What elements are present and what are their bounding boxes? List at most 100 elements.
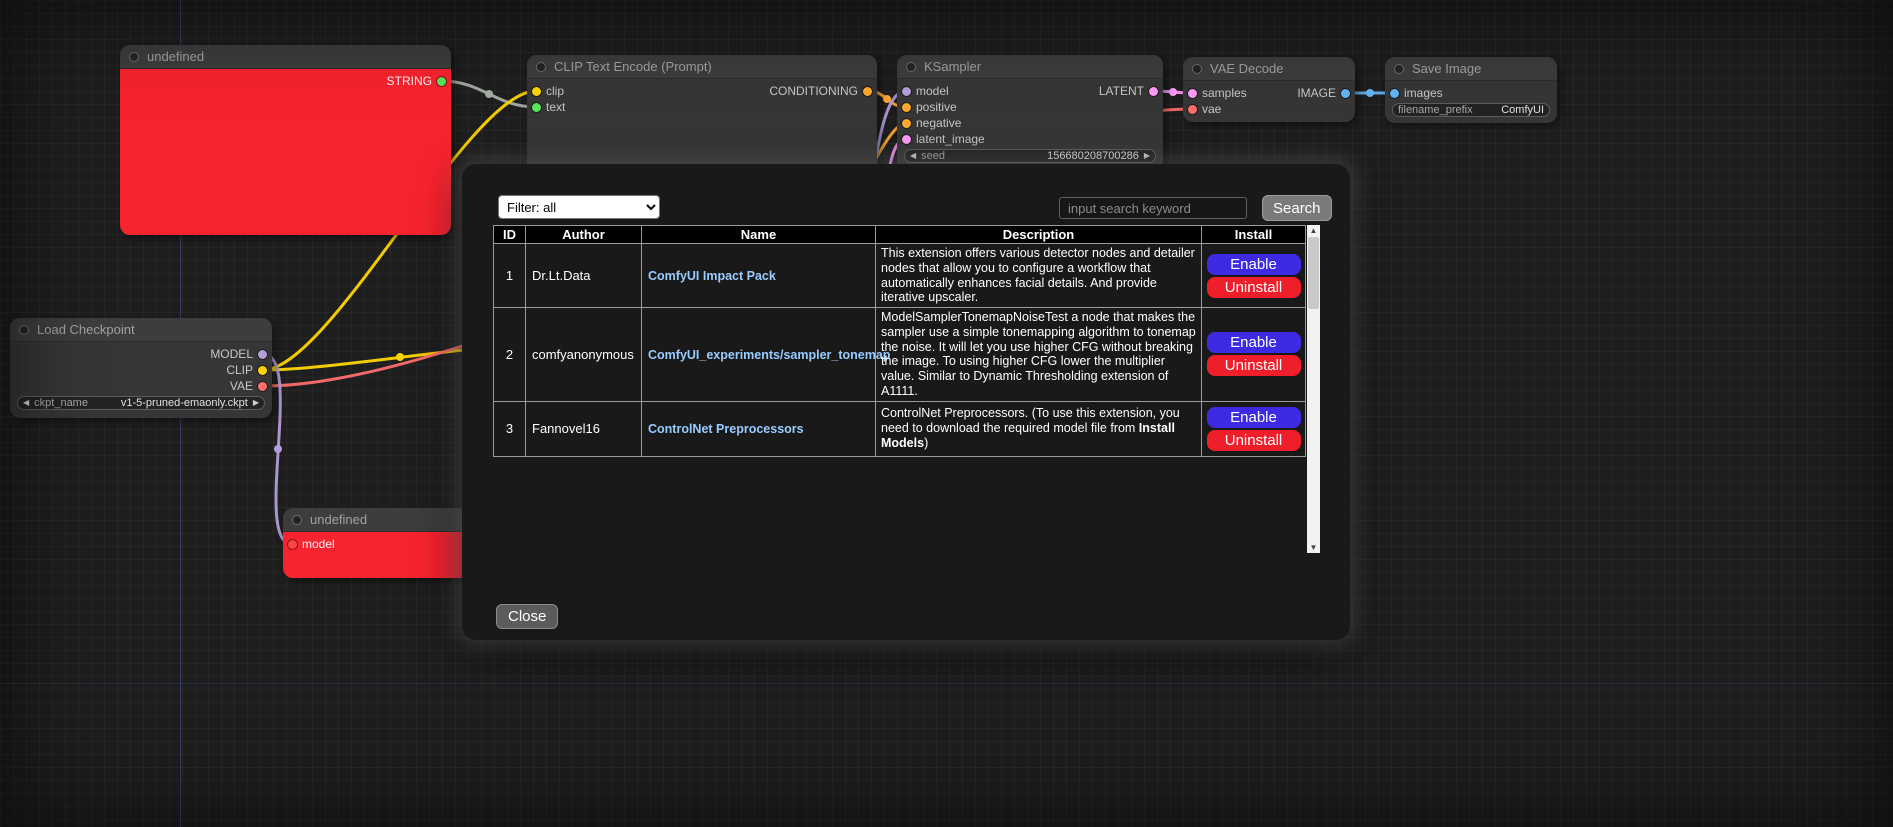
input-port-model[interactable] — [288, 540, 297, 549]
enable-button[interactable]: Enable — [1207, 254, 1301, 275]
output-label: STRING — [387, 73, 432, 89]
uninstall-button[interactable]: Uninstall — [1207, 355, 1301, 376]
column-header-name: Name — [642, 226, 876, 244]
input-port-positive[interactable] — [902, 103, 911, 112]
output-label: CONDITIONING — [769, 83, 858, 99]
input-label: positive — [916, 99, 957, 115]
extension-author: Fannovel16 — [526, 401, 642, 456]
node-title: undefined — [147, 49, 204, 64]
output-port-image[interactable] — [1341, 89, 1350, 98]
node-undefined-top[interactable]: undefined STRING — [120, 45, 451, 235]
scroll-up-arrow-icon[interactable]: ▲ — [1307, 225, 1320, 236]
input-port-samples[interactable] — [1188, 89, 1197, 98]
input-port-vae[interactable] — [1188, 105, 1197, 114]
extension-id: 2 — [494, 308, 526, 402]
column-header-install: Install — [1202, 226, 1306, 244]
column-header-description: Description — [876, 226, 1202, 244]
widget-value: v1-5-pruned-emaonly.ckpt — [121, 397, 248, 409]
seed-widget[interactable]: ◀ seed 156680208700286 ▶ — [904, 149, 1156, 163]
table-scrollbar[interactable]: ▲ ▼ — [1307, 225, 1320, 553]
node-load-checkpoint[interactable]: Load Checkpoint MODEL CLIP VAE ◀ ckpt_na… — [10, 318, 272, 418]
input-label: samples — [1202, 85, 1247, 101]
input-label: latent_image — [916, 131, 985, 147]
link-midpoint-dot — [396, 353, 404, 361]
enable-button[interactable]: Enable — [1207, 332, 1301, 353]
node-vae-decode[interactable]: VAE Decode samples IMAGE vae — [1183, 57, 1355, 122]
extension-name-link[interactable]: ComfyUI Impact Pack — [648, 269, 776, 283]
scrollbar-thumb[interactable] — [1308, 237, 1319, 309]
link-midpoint-dot — [883, 95, 891, 103]
node-save-image[interactable]: Save Image images filename_prefix ComfyU… — [1385, 57, 1557, 123]
table-header-row: ID Author Name Description Install — [494, 226, 1306, 244]
extension-description: This extension offers various detector n… — [876, 244, 1202, 308]
extension-author: Dr.Lt.Data — [526, 244, 642, 308]
link-midpoint-dot — [274, 445, 282, 453]
extension-description: ControlNet Preprocessors. (To use this e… — [876, 401, 1202, 456]
extensions-table: ID Author Name Description Install 1 Dr.… — [493, 225, 1306, 457]
uninstall-button[interactable]: Uninstall — [1207, 277, 1301, 298]
collapse-toggle-icon[interactable] — [906, 62, 916, 72]
input-label: model — [302, 536, 335, 552]
collapse-toggle-icon[interactable] — [1394, 64, 1404, 74]
output-port-model[interactable] — [258, 350, 267, 359]
collapse-toggle-icon[interactable] — [129, 52, 139, 62]
input-port-latent-image[interactable] — [902, 135, 911, 144]
input-port-model[interactable] — [902, 87, 911, 96]
column-header-id: ID — [494, 226, 526, 244]
ckpt-name-widget[interactable]: ◀ ckpt_name v1-5-pruned-emaonly.ckpt ▶ — [17, 396, 265, 410]
filter-select[interactable]: Filter: all — [498, 195, 660, 219]
collapse-toggle-icon[interactable] — [536, 62, 546, 72]
output-port-vae[interactable] — [258, 382, 267, 391]
output-port-latent[interactable] — [1149, 87, 1158, 96]
input-port-negative[interactable] — [902, 119, 911, 128]
input-label: text — [546, 99, 565, 115]
extension-name-link[interactable]: ComfyUI_experiments/sampler_tonemap — [648, 348, 890, 362]
uninstall-button[interactable]: Uninstall — [1207, 430, 1301, 451]
node-title-bar[interactable]: CLIP Text Encode (Prompt) — [527, 55, 877, 79]
node-ksampler[interactable]: KSampler model LATENT positive negative … — [897, 55, 1163, 175]
search-button[interactable]: Search — [1262, 195, 1332, 221]
enable-button[interactable]: Enable — [1207, 407, 1301, 428]
output-port-conditioning[interactable] — [863, 87, 872, 96]
install-custom-nodes-dialog: Filter: all Search ID Author Name Descri… — [462, 164, 1350, 640]
widget-value: 156680208700286 — [1047, 150, 1139, 162]
collapse-toggle-icon[interactable] — [292, 515, 302, 525]
link-midpoint-dot — [1366, 89, 1374, 97]
output-label: VAE — [230, 378, 253, 394]
node-title-bar[interactable]: VAE Decode — [1183, 57, 1355, 81]
extension-name-link[interactable]: ControlNet Preprocessors — [648, 422, 804, 436]
collapse-toggle-icon[interactable] — [1192, 64, 1202, 74]
node-undefined-bottom[interactable]: undefined model — [283, 508, 469, 578]
output-port-clip[interactable] — [258, 366, 267, 375]
input-port-text[interactable] — [532, 103, 541, 112]
table-row: 3 Fannovel16 ControlNet Preprocessors Co… — [494, 401, 1306, 456]
widget-label: ckpt_name — [34, 397, 88, 409]
output-port-string[interactable] — [437, 77, 446, 86]
input-port-images[interactable] — [1390, 89, 1399, 98]
node-title: CLIP Text Encode (Prompt) — [554, 59, 712, 74]
output-label: CLIP — [226, 362, 253, 378]
node-title-bar[interactable]: Load Checkpoint — [10, 318, 272, 342]
node-title: Load Checkpoint — [37, 322, 135, 337]
scroll-down-arrow-icon[interactable]: ▼ — [1307, 542, 1320, 553]
input-label: vae — [1202, 101, 1221, 117]
node-title-bar[interactable]: Save Image — [1385, 57, 1557, 81]
table-row: 2 comfyanonymous ComfyUI_experiments/sam… — [494, 308, 1306, 402]
input-label: images — [1404, 85, 1443, 101]
filename-prefix-widget[interactable]: filename_prefix ComfyUI — [1392, 103, 1550, 117]
widget-label: seed — [921, 150, 945, 162]
decrement-arrow-icon[interactable]: ◀ — [23, 399, 29, 407]
input-label: model — [916, 83, 949, 99]
node-title-bar[interactable]: KSampler — [897, 55, 1163, 79]
node-title-bar[interactable]: undefined — [283, 508, 469, 532]
increment-arrow-icon[interactable]: ▶ — [1144, 152, 1150, 160]
close-button[interactable]: Close — [496, 604, 558, 629]
search-input[interactable] — [1059, 197, 1247, 219]
widget-value: ComfyUI — [1501, 104, 1544, 116]
increment-arrow-icon[interactable]: ▶ — [253, 399, 259, 407]
collapse-toggle-icon[interactable] — [19, 325, 29, 335]
input-port-clip[interactable] — [532, 87, 541, 96]
node-title-bar[interactable]: undefined — [120, 45, 451, 69]
decrement-arrow-icon[interactable]: ◀ — [910, 152, 916, 160]
link-midpoint-dot — [1169, 88, 1177, 96]
